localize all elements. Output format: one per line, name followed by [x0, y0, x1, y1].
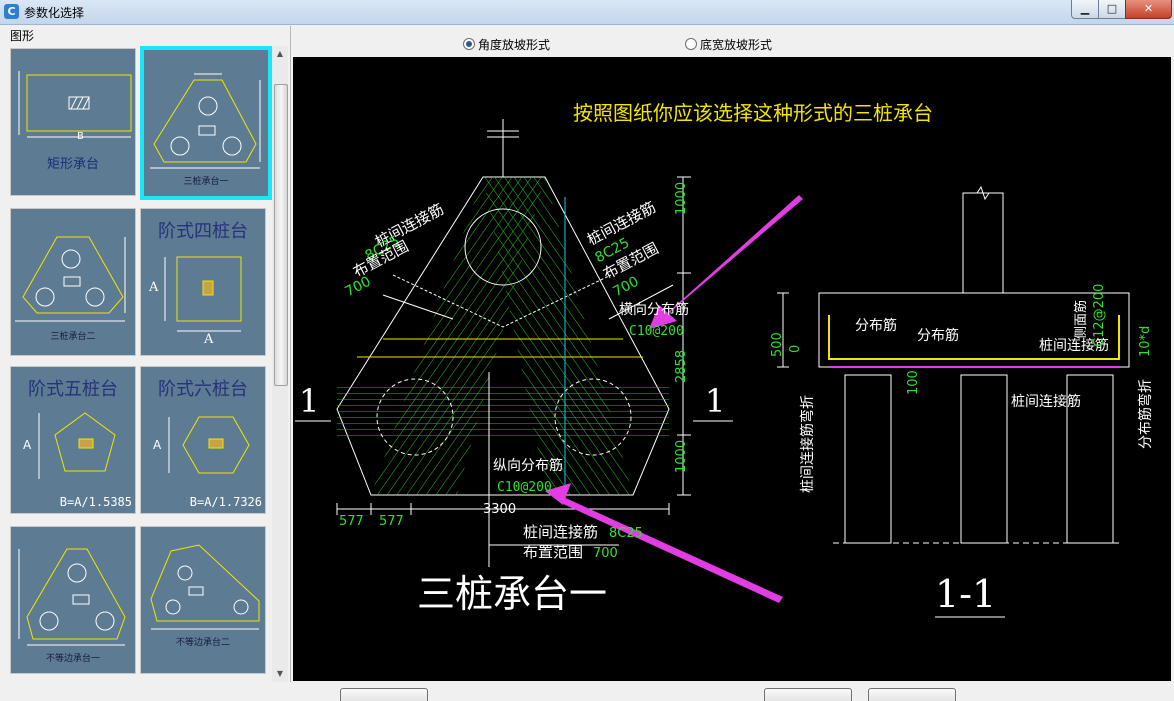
dim-right-1: 1000 [674, 181, 689, 215]
section-dist-a: 分布筋 [855, 318, 897, 334]
bottom-button-bar [0, 682, 1174, 701]
section-column [962, 192, 1004, 294]
section-tend: 10*d [1138, 325, 1153, 357]
thumb-label: 三桩承台一 [183, 177, 229, 187]
thumb-unequal-cap-2[interactable]: 不等边承台二 [140, 526, 266, 674]
label-conn-bottom-spec: 8C25 [609, 526, 643, 541]
bottom-button-left[interactable] [340, 688, 428, 701]
thumb-formula: B=A/1.7326 [189, 495, 262, 509]
dim-right-3: 1000 [674, 439, 689, 473]
section-h0: 0 [788, 344, 803, 353]
app-icon: C [4, 4, 19, 19]
section-title: 1-1 [935, 572, 997, 616]
thumb-three-pile-cap-1[interactable]: 三桩承台一 [140, 46, 272, 200]
stepped-four-pile-diagram [164, 256, 242, 332]
unequal-cap-2-diagram [150, 544, 260, 630]
window-title: 参数化选择 [24, 6, 85, 20]
section-mark-right: 1 [705, 382, 726, 420]
radio-label: 底宽放坡形式 [700, 38, 773, 52]
cad-preview-canvas: 按照图纸你应该选择这种形式的三桩承台 桩间连接筋 8C25 布置范围 700 桩… [293, 57, 1171, 681]
thumb-label: 三桩承台二 [50, 332, 96, 342]
section-h500: 500 [770, 332, 785, 357]
thumb-stepped-four-pile[interactable]: 阶式四桩台 A A [140, 208, 266, 356]
dim-bottom-1: 577 [339, 514, 364, 529]
section-bend-right: 分布筋弯折 [1138, 379, 1154, 449]
thumb-label: 矩形承台 [46, 157, 99, 172]
rect-cap-diagram [18, 71, 132, 138]
radio-unselected-icon[interactable] [685, 38, 697, 50]
label-transverse: 横向分布筋 [619, 302, 689, 318]
shape-list-scrollbar[interactable]: ▲ ▼ [272, 46, 288, 682]
maximize-button[interactable]: □ [1098, 0, 1126, 19]
bottom-button-cancel[interactable] [868, 688, 956, 701]
scroll-down-icon[interactable]: ▼ [272, 666, 288, 682]
thumb-rect-cap[interactable]: B 矩形承台 [10, 48, 136, 196]
hint-text: 按照图纸你应该选择这种形式的三桩承台 [573, 101, 933, 125]
thumb-label: 不等边承台一 [45, 654, 100, 664]
dim-right-2: 2858 [674, 349, 689, 383]
dim-a-bottom: A [204, 332, 214, 347]
bottom-button-ok[interactable] [764, 688, 852, 701]
title-bar: C 参数化选择 ▁ □ ✕ [0, 0, 1174, 25]
label-range-bottom: 布置范围 [523, 543, 584, 561]
section-side: 侧面筋 [1074, 299, 1089, 339]
section-pile-left [844, 374, 892, 544]
shape-group-label: 图形 [10, 29, 35, 43]
thumb-stepped-six-pile[interactable]: 阶式六桩台 A B=A/1.7326 [140, 366, 266, 514]
thumb-formula: B=A/1.5385 [59, 495, 132, 509]
radio-bottom-width-slope[interactable]: 底宽放坡形式 [685, 36, 772, 53]
label-longitudinal: 纵向分布筋 [493, 458, 563, 474]
radio-selected-icon[interactable] [463, 38, 475, 50]
label-conn-bottom: 桩间连接筋 [523, 523, 599, 541]
section-dist-b: 分布筋 [917, 328, 959, 344]
close-icon: ✕ [1143, 2, 1154, 15]
rebar-band-horizontal [337, 382, 669, 438]
label-transverse-spec: C10@200 [629, 324, 684, 339]
dim-a-left: A [23, 438, 32, 452]
dim-bottom-2: 577 [379, 514, 404, 529]
section-h100: 100 [906, 370, 921, 395]
section-bend-left: 桩间连接筋弯折 [800, 395, 816, 493]
section-pile-mid [960, 374, 1008, 544]
minimize-icon: ▁ [1080, 2, 1090, 15]
radio-label: 角度放坡形式 [478, 38, 551, 52]
thumb-unequal-cap-1[interactable]: 不等边承台一 [10, 526, 136, 674]
label-longitudinal-spec: C10@200 [497, 480, 552, 495]
label-range-bottom-val: 700 [593, 546, 618, 561]
shape-list: B 矩形承台 三桩承台一 三桩承台二 阶式四桩台 A A 阶式五桩台 A B=A… [0, 44, 272, 682]
slope-mode-options: 角度放坡形式 底宽放坡形式 [293, 30, 1171, 56]
rect-cap-dim-b: B [77, 131, 84, 142]
dim-a-left: A [149, 280, 159, 295]
thumb-stepped-five-pile[interactable]: 阶式五桩台 A B=A/1.5385 [10, 366, 136, 514]
drawing-title: 三桩承台一 [417, 572, 608, 616]
shape-panel: 图形 B 矩形承台 三桩承台一 三桩承台二 阶式四桩台 A A 阶式五桩台 A … [0, 26, 291, 682]
scroll-up-icon[interactable]: ▲ [272, 46, 288, 62]
dim-bottom-total: 3300 [483, 502, 517, 517]
thumb-label: 不等边承台二 [175, 638, 230, 648]
close-button[interactable]: ✕ [1125, 0, 1172, 19]
thumb-three-pile-cap-2[interactable]: 三桩承台二 [10, 208, 136, 356]
minimize-button[interactable]: ▁ [1071, 0, 1099, 19]
section-conn-bottom: 桩间连接筋 [1011, 394, 1081, 410]
radio-angle-slope[interactable]: 角度放坡形式 [463, 36, 550, 53]
scrollbar-thumb[interactable] [274, 84, 288, 386]
section-mark-left: 1 [299, 382, 320, 420]
dim-a-left: A [153, 438, 162, 452]
maximize-icon: □ [1106, 2, 1118, 15]
section-side-spec: C12@200 [1092, 283, 1107, 347]
